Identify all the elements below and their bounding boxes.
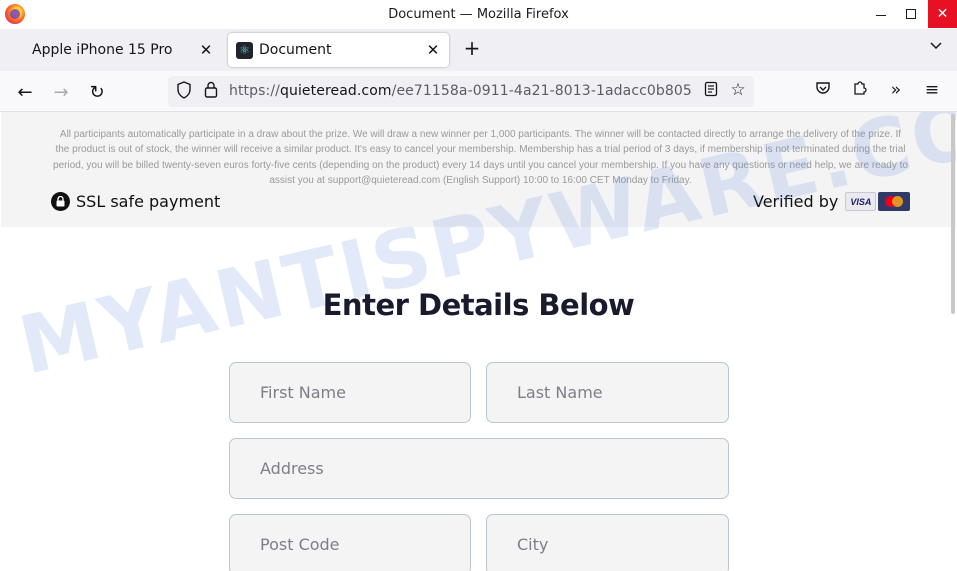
disclaimer-band: All participants automatically participa…: [1, 112, 956, 227]
close-window-button[interactable]: ✕: [928, 0, 957, 28]
post-code-field[interactable]: Post Code: [229, 514, 471, 571]
verified-label: Verified by: [753, 192, 839, 211]
tab-strip: Apple iPhone 15 Pro ✕ ⚛ Document ✕ +: [0, 29, 957, 71]
window-title: Document — Mozilla Firefox: [388, 7, 569, 22]
extensions-puzzle-icon[interactable]: [848, 80, 872, 104]
tab-label: Apple iPhone 15 Pro: [32, 42, 173, 58]
hamburger-menu-icon[interactable]: ≡: [920, 80, 944, 104]
reload-button[interactable]: ↻: [84, 79, 110, 105]
navigation-toolbar: ← → ↻ https://quieteread.com/ee71158a-09…: [0, 71, 957, 112]
tab-close-icon[interactable]: ✕: [194, 41, 218, 59]
page-scrollbar[interactable]: [951, 114, 955, 314]
back-button[interactable]: ←: [12, 79, 38, 105]
tab-document[interactable]: ⚛ Document ✕: [228, 33, 449, 67]
maximize-button[interactable]: [896, 0, 926, 28]
form-title: Enter Details Below: [322, 288, 635, 322]
minimize-icon: [876, 14, 886, 16]
url-domain: quieteread.com: [279, 83, 392, 99]
pocket-icon[interactable]: [811, 80, 835, 104]
react-icon: ⚛: [236, 41, 253, 59]
reader-view-icon[interactable]: [701, 81, 721, 101]
page-content: All participants automatically participa…: [1, 112, 956, 571]
url-path: /ee71158a-0911-4a21-8013-1adacc0b805: [391, 83, 692, 99]
lock-icon: [51, 192, 70, 211]
more-tools-icon[interactable]: »: [884, 80, 908, 104]
bookmark-star-icon[interactable]: ☆: [727, 80, 749, 102]
mastercard-icon: [878, 192, 911, 211]
tab-apple-iphone[interactable]: Apple iPhone 15 Pro ✕: [22, 33, 222, 67]
window-titlebar: Document — Mozilla Firefox ✕: [0, 0, 957, 29]
city-field[interactable]: City: [486, 514, 729, 571]
address-field[interactable]: Address: [229, 438, 729, 499]
first-name-field[interactable]: First Name: [229, 362, 471, 423]
url-text[interactable]: https://quieteread.com/ee71158a-0911-4a2…: [229, 83, 694, 99]
ssl-label: SSL safe payment: [76, 192, 221, 211]
tab-close-icon[interactable]: ✕: [421, 41, 445, 59]
url-scheme: https://: [229, 83, 280, 99]
close-icon: ✕: [936, 6, 949, 22]
verified-by-badge: Verified by VISA: [753, 192, 911, 211]
lock-icon[interactable]: [201, 81, 221, 101]
last-name-field[interactable]: Last Name: [486, 362, 729, 423]
new-tab-button[interactable]: +: [460, 37, 484, 61]
maximize-icon: [906, 9, 916, 19]
minimize-button[interactable]: [866, 0, 896, 28]
shield-icon[interactable]: [174, 81, 194, 101]
visa-card-icon: VISA: [845, 192, 877, 211]
disclaimer-text: All participants automatically participa…: [53, 129, 908, 187]
tab-label: Document: [259, 42, 332, 58]
url-bar[interactable]: https://quieteread.com/ee71158a-0911-4a2…: [168, 76, 754, 107]
list-all-tabs-chevron-icon[interactable]: [925, 38, 947, 60]
forward-button[interactable]: →: [48, 79, 74, 105]
ssl-badge: SSL safe payment: [51, 192, 220, 211]
